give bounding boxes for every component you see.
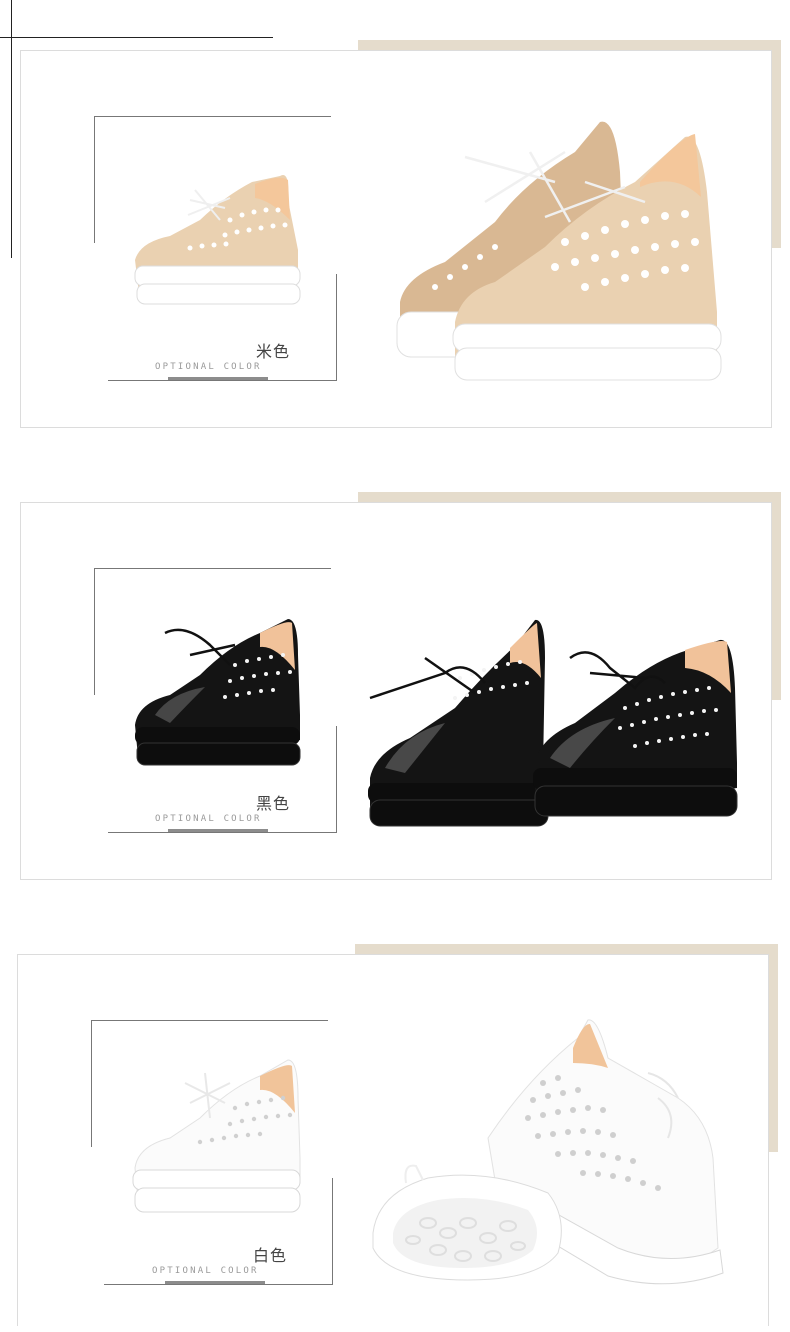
color-name-label: 黑色 [255,794,290,813]
color-name-label: 白色 [252,1246,287,1265]
shoe-thumbnail-white[interactable] [130,1058,305,1220]
caption-underbar [168,829,268,832]
optional-color-caption: OPTIONAL COLOR [155,362,262,372]
caption-underbar [168,377,268,380]
optional-color-caption: OPTIONAL COLOR [155,814,262,824]
optional-color-caption: OPTIONAL COLOR [152,1266,259,1276]
shoe-thumbnail-black[interactable] [130,615,305,770]
color-name-label: 米色 [255,342,290,361]
shoe-main-beige[interactable] [395,112,725,387]
shoe-main-black[interactable] [365,618,740,833]
decorative-rule-horizontal [0,37,273,38]
shoe-main-white[interactable] [368,1018,738,1286]
caption-underbar [165,1281,265,1284]
shoe-thumbnail-beige[interactable] [130,160,305,310]
decorative-rule-vertical [11,0,12,258]
